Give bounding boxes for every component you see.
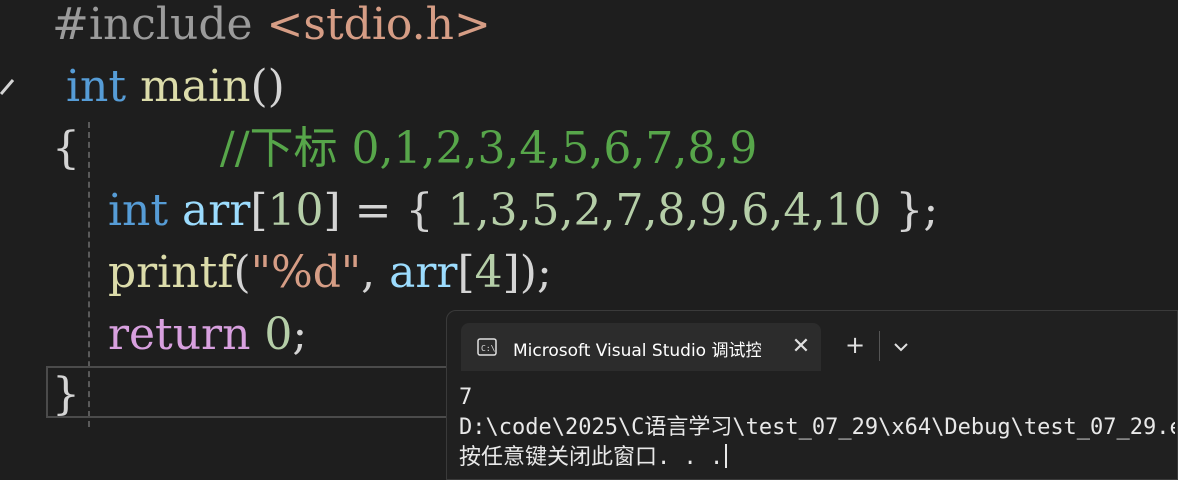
code-token: 4 — [474, 247, 503, 298]
code-token: 10 — [267, 185, 324, 236]
close-icon[interactable]: ✕ — [791, 336, 811, 358]
code-token: ]); — [502, 247, 552, 298]
ide-window: #include <stdio.h> int main(){ //下标 0,1,… — [0, 0, 1178, 480]
code-token: { — [52, 123, 80, 174]
code-line: #include <stdio.h> — [52, 0, 491, 56]
new-tab-button[interactable]: + — [843, 333, 867, 357]
code-token: 1,3,5,2,7,8,9,6,4,10 — [447, 185, 882, 236]
code-token: main — [140, 61, 251, 112]
terminal-icon: C:\ — [477, 338, 497, 356]
chevron-down-icon[interactable] — [889, 335, 913, 359]
code-token: #include — [52, 0, 267, 50]
code-token: 0 — [264, 309, 293, 360]
output-line: D:\code\2025\C语言学习\test_07_29\x64\Debug\… — [459, 415, 1175, 440]
console-output: 7 D:\code\2025\C语言学习\test_07_29\x64\Debu… — [459, 383, 1175, 479]
code-token: arr — [389, 247, 458, 298]
code-token: ; — [292, 309, 308, 360]
code-line: printf("%d", arr[4]); — [52, 242, 552, 304]
code-token: int — [52, 61, 127, 112]
code-line: { //下标 0,1,2,3,4,5,6,7,8,9 — [52, 118, 757, 180]
code-token: //下标 0,1,2,3,4,5,6,7,8,9 — [80, 123, 758, 174]
console-tab[interactable]: C:\ Microsoft Visual Studio 调试控制台 ✕ — [461, 323, 821, 371]
code-token: }; — [881, 185, 939, 236]
code-token: ( — [233, 247, 251, 298]
code-token: ] = { — [323, 185, 448, 236]
console-tab-title: Microsoft Visual Studio 调试控制台 — [513, 341, 761, 361]
code-line: int arr[10] = { 1,3,5,2,7,8,9,6,4,10 }; — [52, 180, 938, 242]
svg-text:C:\: C:\ — [481, 344, 496, 353]
code-token: return — [107, 309, 251, 360]
code-token: [ — [250, 185, 268, 236]
code-token: int — [107, 185, 169, 236]
code-token: <stdio.h> — [266, 0, 491, 50]
debug-console-window[interactable]: C:\ Microsoft Visual Studio 调试控制台 ✕ + 7 … — [446, 310, 1178, 480]
code-token: "%d" — [250, 247, 362, 298]
code-line: return 0; — [52, 304, 307, 366]
code-token: () — [250, 61, 285, 112]
brace-highlight — [46, 366, 466, 418]
code-token: printf — [107, 247, 234, 298]
text-cursor — [725, 444, 728, 468]
code-token: , — [361, 247, 390, 298]
output-line: 按任意键关闭此窗口. . . — [459, 443, 1175, 473]
output-line: 7 — [459, 385, 473, 410]
tab-separator — [879, 331, 880, 361]
code-token: arr — [182, 185, 251, 236]
output-line-text: 按任意键关闭此窗口. . . — [459, 445, 724, 470]
code-line: int main() — [52, 56, 285, 118]
pencil-icon — [0, 79, 14, 95]
code-token: [ — [457, 247, 475, 298]
